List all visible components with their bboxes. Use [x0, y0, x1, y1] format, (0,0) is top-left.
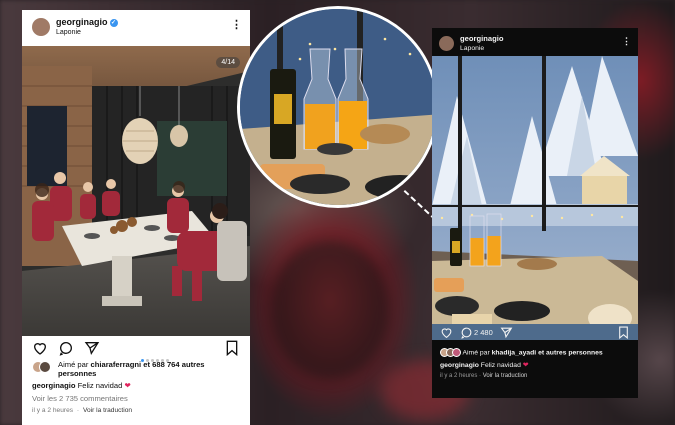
right-instagram-post: georginagio Laponie ⋮ 2 480 Aimé par kha… [432, 28, 638, 398]
like-heart-icon[interactable] [440, 326, 453, 339]
view-comments-link[interactable]: Voir les 2 735 commentaires [32, 394, 128, 403]
timestamp: il y a 2 heures [32, 407, 74, 414]
caption-username[interactable]: georginagio [32, 381, 75, 390]
caption-text: Feliz navidad [77, 381, 123, 390]
translate-link[interactable]: Voir la traduction [83, 407, 132, 414]
snowy-window-breakfast-photo [432, 56, 638, 332]
post-photo[interactable] [432, 56, 638, 340]
likes-summary: Aimé par khadija_ayadi et autres personn… [440, 348, 603, 357]
likes-count[interactable]: et autres personnes [538, 349, 603, 356]
liked-by-user[interactable]: chiaraferragni [91, 360, 142, 369]
liker-avatar [452, 348, 461, 357]
more-options-icon[interactable]: ⋮ [231, 20, 242, 31]
likes-prefix: Aimé par [58, 360, 89, 369]
bookmark-icon[interactable] [225, 340, 239, 356]
background-blur-shape [270, 240, 390, 380]
caption-username[interactable]: georginagio [440, 362, 479, 369]
username[interactable]: georginagio ✓ [56, 17, 118, 27]
zoomed-table-detail [240, 9, 436, 205]
share-send-icon[interactable] [500, 326, 513, 339]
family-dinner-photo [22, 46, 250, 336]
timestamp-row: il y a 2 heures · Voir la traduction [440, 373, 528, 379]
location[interactable]: Laponie [460, 45, 484, 52]
translate-link[interactable]: Voir la traduction [483, 373, 528, 379]
post-header: georginagio ✓ Laponie ⋮ [22, 10, 250, 46]
bookmark-icon[interactable] [618, 326, 629, 339]
more-options-icon[interactable]: ⋮ [622, 37, 631, 46]
likes-summary: Aimé par chiaraferragni et 688 764 autre… [32, 360, 244, 378]
like-heart-icon[interactable] [32, 340, 48, 356]
comment-icon[interactable] [58, 340, 74, 356]
verified-badge-icon: ✓ [109, 18, 118, 27]
heart-emoji-icon: ❤ [522, 362, 529, 369]
zoom-highlight-circle [237, 6, 439, 208]
avatar[interactable] [32, 18, 50, 36]
liked-by-user[interactable]: khadija_ayadi [492, 349, 537, 356]
likes-prefix: Aimé par [462, 349, 490, 357]
image-counter: 4/14 [216, 57, 240, 68]
avatar[interactable] [439, 36, 454, 51]
username[interactable]: georginagio [460, 34, 503, 43]
heart-emoji-icon: ❤ [124, 381, 131, 390]
comment-icon[interactable] [460, 326, 473, 339]
liker-avatar [39, 361, 51, 373]
timestamp: il y a 2 heures [440, 373, 478, 379]
action-bar [432, 324, 638, 346]
comment-count: 2 480 [474, 328, 493, 337]
caption-text: Feliz navidad [480, 362, 521, 369]
caption: georginagio Feliz navidad ❤ [440, 361, 528, 369]
share-send-icon[interactable] [84, 340, 100, 356]
caption: georginagio Feliz navidad ❤ [32, 381, 131, 390]
post-photo[interactable]: 4/14 [22, 46, 250, 336]
location[interactable]: Laponie [56, 29, 81, 36]
left-instagram-post: georginagio ✓ Laponie ⋮ 4/14 Aimé par ch… [22, 10, 250, 425]
timestamp-row: il y a 2 heures · Voir la traduction [32, 407, 133, 414]
action-bar [22, 338, 250, 360]
